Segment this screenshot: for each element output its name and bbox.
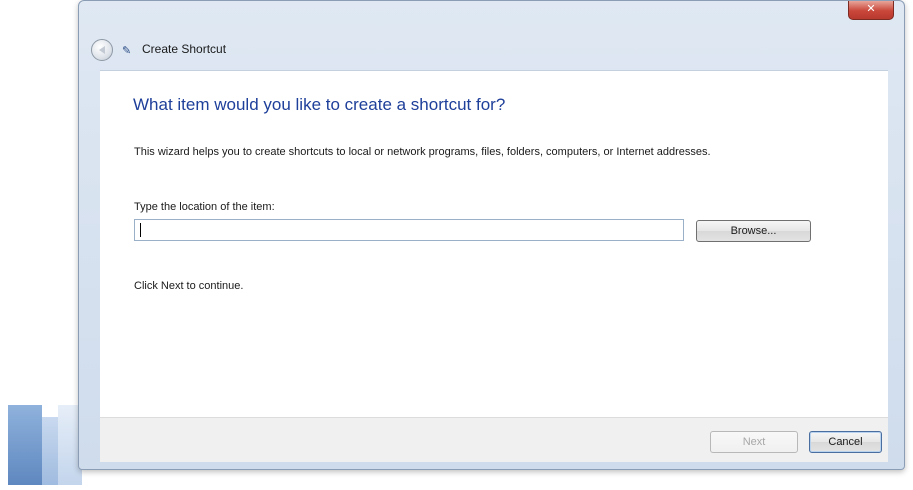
dialog-footer: Next Cancel <box>100 417 888 462</box>
wizard-description: This wizard helps you to create shortcut… <box>134 146 711 158</box>
cancel-button[interactable]: Cancel <box>809 431 882 453</box>
decorative-blue-bars <box>8 405 88 485</box>
next-button[interactable]: Next <box>710 431 798 453</box>
decorative-bar <box>8 405 42 485</box>
browse-button[interactable]: Browse... <box>696 220 811 242</box>
wizard-content: What item would you like to create a sho… <box>100 70 888 418</box>
wizard-header: ✎ Create Shortcut <box>79 31 904 69</box>
close-button[interactable]: ✕ <box>848 1 894 20</box>
page-heading: What item would you like to create a sho… <box>133 95 506 114</box>
location-input[interactable] <box>134 219 684 241</box>
text-caret <box>140 223 141 237</box>
create-shortcut-dialog: ✕ ✎ Create Shortcut What item would you … <box>78 0 905 470</box>
dialog-title: Create Shortcut <box>142 42 227 56</box>
shortcut-wizard-icon: ✎ <box>122 44 132 57</box>
decorative-bar <box>42 417 58 485</box>
title-bar: ✕ <box>79 1 904 20</box>
screenshot-canvas: ✕ ✎ Create Shortcut What item would you … <box>0 0 913 490</box>
continue-note: Click Next to continue. <box>134 280 244 292</box>
back-arrow-icon[interactable] <box>91 39 113 61</box>
location-label: Type the location of the item: <box>134 201 275 213</box>
